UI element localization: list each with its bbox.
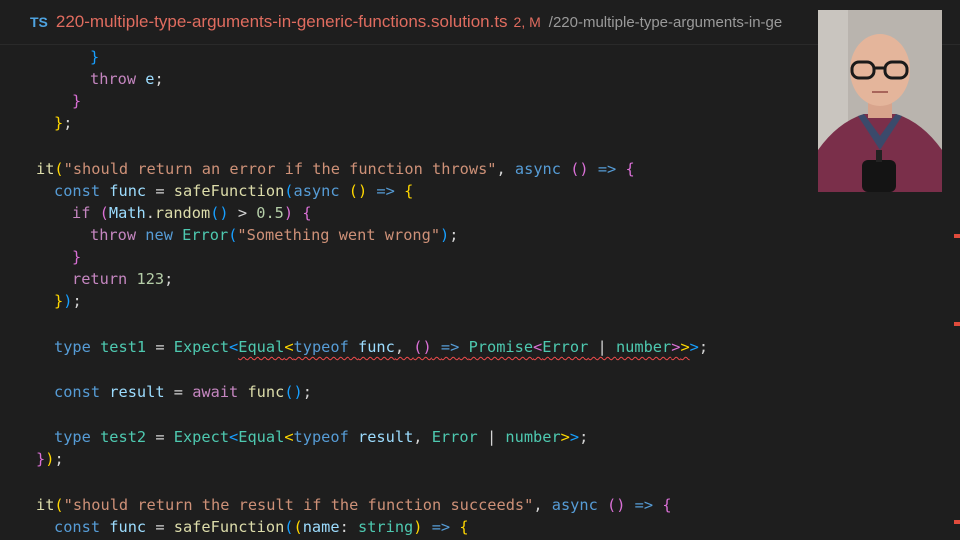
code-line: }; (54, 114, 73, 132)
typescript-file-icon: TS (30, 14, 48, 30)
editor-tab-bar: TS 220-multiple-type-arguments-in-generi… (0, 0, 960, 45)
scrollbar-error-marker[interactable] (954, 322, 960, 326)
code-line: const func = safeFunction(async () => { (54, 182, 414, 200)
code-line: } (72, 248, 82, 266)
code-line: const result = await func(); (54, 383, 312, 401)
active-tab-filename[interactable]: 220-multiple-type-arguments-in-generic-f… (56, 12, 508, 32)
tab-file-path: /220-multiple-type-arguments-in-ge (548, 13, 783, 31)
code-line: it("should return the result if the func… (36, 496, 672, 514)
code-line: if (Math.random() > 0.5) { (72, 204, 312, 222)
code-line: it("should return an error if the functi… (36, 160, 635, 178)
scrollbar-error-marker[interactable] (954, 234, 960, 238)
code-line: const func = safeFunction((name: string)… (54, 518, 469, 536)
code-line: } (72, 92, 82, 110)
code-line: throw new Error("Something went wrong"); (90, 226, 459, 244)
type-error-squiggle[interactable]: Equal<typeof func, () => Promise<Error |… (238, 338, 689, 356)
code-line: throw e; (90, 70, 164, 88)
code-line-error: type test1 = Expect<Equal<typeof func, (… (54, 338, 709, 356)
code-line: }); (54, 292, 82, 310)
code-line: } (90, 48, 100, 66)
code-line: type test2 = Expect<Equal<typeof result,… (54, 428, 589, 446)
tab-problems-modified-badge: 2, M (513, 14, 541, 30)
presenter-webcam (818, 10, 942, 192)
code-editor[interactable]: } throw e; } }; it("should return an err… (0, 44, 960, 540)
code-line: return 123; (72, 270, 174, 288)
presenter-image (818, 10, 942, 192)
code-line: }); (36, 450, 64, 468)
scrollbar-error-marker[interactable] (954, 520, 960, 524)
